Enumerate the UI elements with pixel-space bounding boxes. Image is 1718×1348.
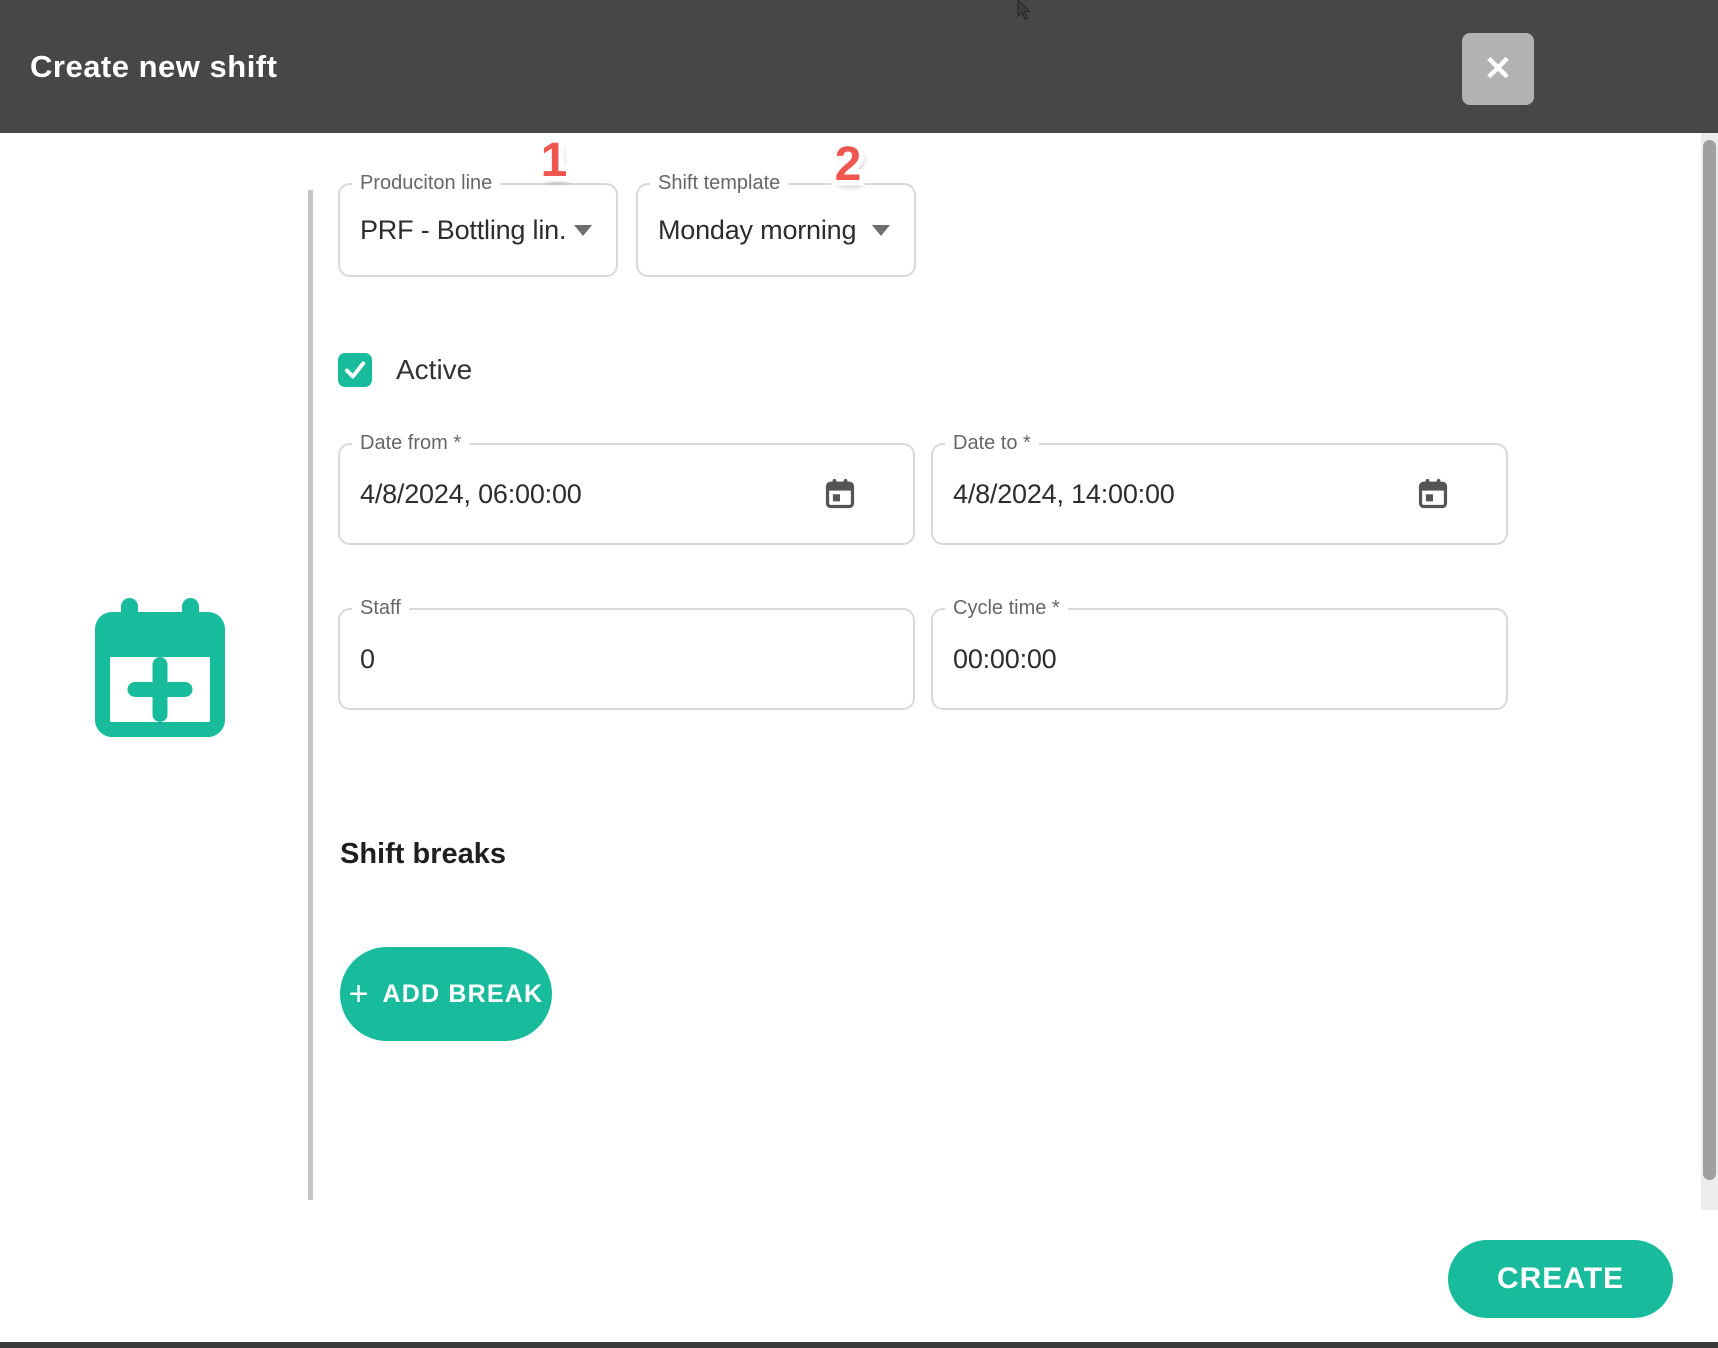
- date-to-field[interactable]: Date to * 4/8/2024, 14:00:00: [931, 443, 1508, 545]
- form-divider: [308, 190, 313, 1200]
- scrollbar-thumb[interactable]: [1703, 140, 1716, 1180]
- dialog-header: Create new shift ✕: [0, 0, 1718, 133]
- shift-breaks-heading: Shift breaks: [340, 838, 506, 871]
- check-icon: [342, 357, 368, 383]
- active-checkbox[interactable]: [338, 353, 372, 387]
- scrollbar-track[interactable]: [1701, 133, 1718, 1210]
- date-to-value: 4/8/2024, 14:00:00: [953, 445, 1175, 543]
- annotation-marker-1: 1 1: [524, 132, 584, 192]
- dialog-title: Create new shift: [30, 0, 277, 133]
- add-break-label: ADD BREAK: [383, 980, 544, 1009]
- cycle-time-field[interactable]: Cycle time * 00:00:00: [931, 608, 1508, 710]
- production-line-value: PRF - Bottling lin...: [360, 185, 566, 275]
- plus-icon: +: [349, 977, 369, 1011]
- cycle-time-value: 00:00:00: [953, 610, 1057, 708]
- production-line-select[interactable]: Produciton line PRF - Bottling lin...: [338, 183, 618, 277]
- add-break-button[interactable]: + ADD BREAK: [340, 947, 552, 1041]
- shift-template-value: Monday morning: [658, 185, 864, 275]
- active-label: Active: [396, 354, 472, 386]
- mouse-cursor-icon: [1014, 0, 1036, 22]
- create-shift-dialog: Create new shift ✕ Produciton line PRF -…: [0, 0, 1718, 1348]
- shift-template-select[interactable]: Shift template Monday morning: [636, 183, 916, 277]
- date-from-field[interactable]: Date from * 4/8/2024, 06:00:00: [338, 443, 915, 545]
- calendar-plus-icon: [95, 598, 225, 743]
- chevron-down-icon: [872, 225, 890, 236]
- active-checkbox-row: Active: [338, 351, 472, 389]
- calendar-icon[interactable]: [823, 477, 857, 511]
- staff-value: 0: [360, 610, 375, 708]
- date-from-value: 4/8/2024, 06:00:00: [360, 445, 582, 543]
- close-button[interactable]: ✕: [1462, 33, 1534, 105]
- chevron-down-icon: [574, 225, 592, 236]
- calendar-icon[interactable]: [1416, 477, 1450, 511]
- create-button[interactable]: CREATE: [1448, 1240, 1673, 1318]
- staff-field[interactable]: Staff 0: [338, 608, 915, 710]
- annotation-marker-2: 2 2: [818, 136, 878, 196]
